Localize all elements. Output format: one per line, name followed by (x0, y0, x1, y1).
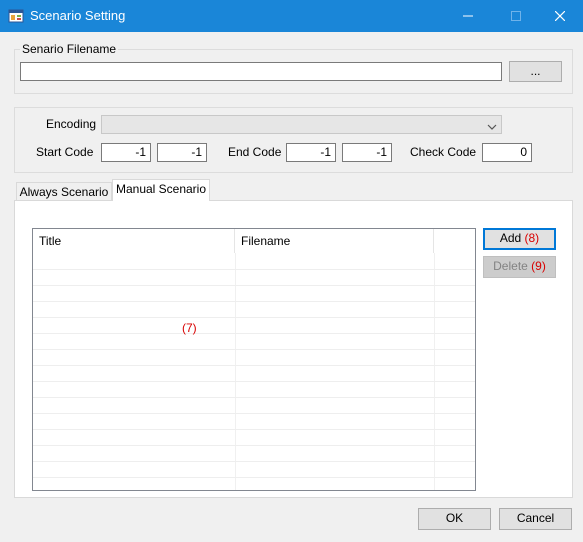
start-code-input-1[interactable]: -1 (101, 143, 151, 162)
list-row-gridline (33, 285, 475, 301)
encoding-label: Encoding (46, 117, 97, 131)
close-icon (555, 11, 565, 21)
end-code-input-2[interactable]: -1 (342, 143, 392, 162)
maximize-icon (511, 11, 521, 21)
tab-always-scenario[interactable]: Always Scenario (16, 182, 112, 202)
list-row-gridline (33, 413, 475, 429)
check-code-label: Check Code (410, 145, 477, 159)
minimize-icon (463, 15, 473, 17)
list-row-gridline (33, 461, 475, 477)
end-code-label: End Code (228, 145, 282, 159)
list-row-gridline (33, 445, 475, 461)
list-row-gridline (33, 381, 475, 397)
scenario-filename-input[interactable] (20, 62, 502, 81)
list-row-gridline (33, 349, 475, 365)
chevron-down-icon (487, 120, 497, 134)
browse-button[interactable]: ... (509, 61, 562, 82)
minimize-button[interactable] (445, 0, 491, 32)
list-header: Title Filename (33, 229, 475, 253)
list-row-gridline (33, 429, 475, 445)
close-button[interactable] (537, 0, 583, 32)
app-window-icon (8, 8, 24, 24)
annotation-marker-9: (9) (531, 259, 546, 273)
tab-manual-scenario[interactable]: Manual Scenario (112, 179, 210, 201)
column-header-title[interactable]: Title (33, 229, 235, 253)
add-button[interactable]: Add (8) (483, 228, 556, 250)
add-button-label: Add (499, 231, 522, 245)
list-row-gridline (33, 365, 475, 381)
list-row-gridline (33, 333, 475, 349)
check-code-input[interactable]: 0 (482, 143, 532, 162)
filename-group-legend: Senario Filename (20, 42, 119, 56)
end-code-input-1[interactable]: -1 (286, 143, 336, 162)
start-code-input-2[interactable]: -1 (157, 143, 207, 162)
column-header-blank[interactable] (434, 229, 475, 253)
maximize-button (493, 0, 539, 32)
title-bar: Scenario Setting (0, 0, 583, 32)
encoding-dropdown[interactable] (101, 115, 502, 134)
start-code-label: Start Code (36, 145, 94, 159)
annotation-marker-8: (8) (524, 231, 540, 245)
list-row-gridline (33, 477, 475, 490)
scenario-list[interactable]: Title Filename (7) (32, 228, 476, 491)
cancel-button[interactable]: Cancel (499, 508, 572, 530)
window-title: Scenario Setting (30, 8, 126, 23)
list-row-gridline (33, 317, 475, 333)
ok-button[interactable]: OK (418, 508, 491, 530)
delete-button-label: Delete (493, 259, 528, 273)
annotation-marker-7: (7) (182, 321, 197, 335)
list-row-gridline (33, 397, 475, 413)
list-row-gridline (33, 301, 475, 317)
column-header-filename[interactable]: Filename (235, 229, 434, 253)
delete-button[interactable]: Delete (9) (483, 256, 556, 278)
list-row-gridline (33, 269, 475, 285)
